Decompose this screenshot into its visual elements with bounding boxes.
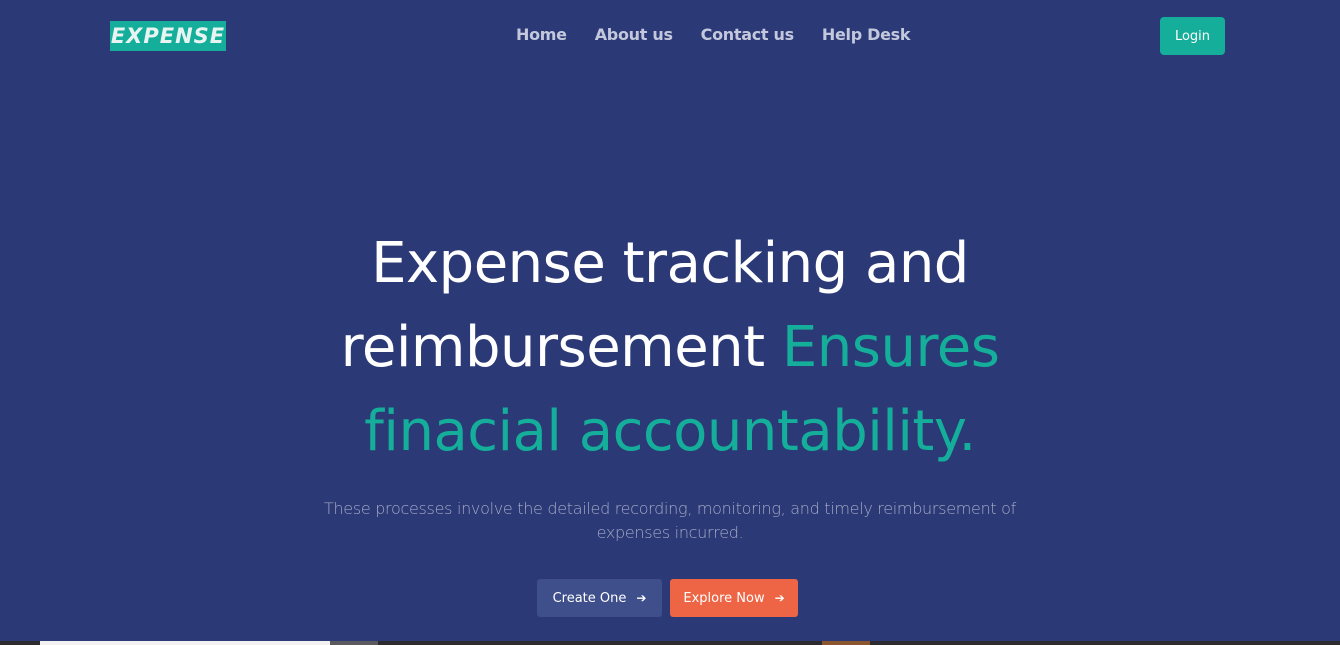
hero-cta-row: Create One ➔ Explore Now ➔	[537, 579, 798, 617]
next-section-preview	[0, 641, 1340, 645]
nav-helpdesk-link[interactable]: Help Desk	[822, 25, 911, 44]
preview-image-brown	[822, 641, 870, 645]
login-button[interactable]: Login	[1160, 17, 1225, 55]
hero-title: Expense tracking and reimbursement Ensur…	[0, 222, 1340, 474]
arrow-right-icon: ➔	[774, 591, 785, 605]
main-nav: Home About us Contact us Help Desk	[516, 25, 911, 44]
hero-title-accent-2: finacial accountability.	[364, 399, 976, 464]
explore-now-button[interactable]: Explore Now ➔	[670, 579, 798, 617]
arrow-right-icon: ➔	[636, 591, 647, 605]
expense-logo[interactable]: EXPENSE	[110, 21, 226, 51]
logo-text: EXPENSE	[110, 24, 226, 48]
nav-about-link[interactable]: About us	[595, 25, 673, 44]
preview-image-dark	[330, 641, 378, 645]
navbar: EXPENSE Home About us Contact us Help De…	[0, 0, 1340, 72]
explore-now-label: Explore Now	[683, 590, 765, 606]
hero-subtitle: These processes involve the detailed rec…	[323, 499, 1017, 542]
hero-title-accent-1: Ensures	[781, 315, 1000, 380]
hero-title-line-2: reimbursement	[340, 315, 782, 380]
nav-contact-link[interactable]: Contact us	[701, 25, 795, 44]
create-one-label: Create One	[552, 590, 627, 606]
create-one-button[interactable]: Create One ➔	[537, 579, 662, 617]
preview-image-light	[40, 641, 330, 645]
hero-title-line-1: Expense tracking and	[371, 231, 969, 296]
nav-home-link[interactable]: Home	[516, 25, 567, 44]
